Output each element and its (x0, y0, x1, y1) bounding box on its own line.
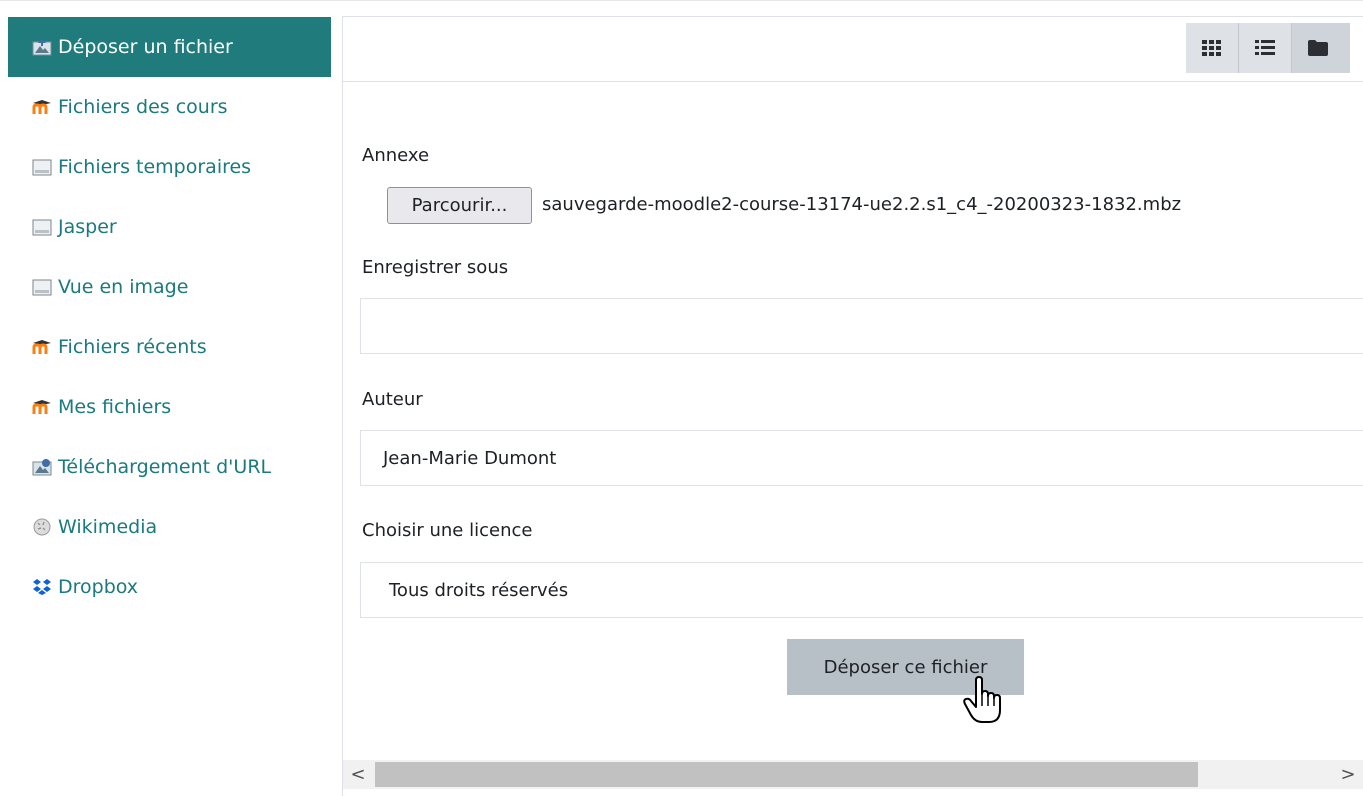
sidebar-item-url-download[interactable]: Téléchargement d'URL (8, 437, 331, 497)
folder-view-button[interactable] (1291, 23, 1344, 73)
sidebar-item-label: Fichiers récents (58, 336, 207, 358)
author-value: Jean-Marie Dumont (383, 447, 557, 469)
sidebar-item-dropbox[interactable]: Dropbox (8, 557, 331, 617)
dropbox-icon (32, 577, 52, 597)
sidebar-item-jasper[interactable]: Jasper (8, 197, 331, 257)
sidebar-item-course-files[interactable]: Fichiers des cours (8, 77, 331, 137)
upload-icon (32, 37, 52, 57)
repository-icon (32, 277, 52, 297)
sidebar-item-label: Vue en image (58, 276, 189, 298)
sidebar-item-label: Dropbox (58, 576, 139, 598)
sidebar-item-upload[interactable]: Déposer un fichier (8, 17, 331, 77)
wikimedia-icon (32, 517, 52, 537)
sidebar-item-label: Wikimedia (58, 516, 158, 538)
scroll-right-button[interactable]: > (1333, 760, 1363, 789)
sidebar-item-temp-files[interactable]: Fichiers temporaires (8, 137, 331, 197)
view-switcher (1186, 23, 1350, 73)
folder-view-icon (1308, 40, 1328, 56)
scroll-left-button[interactable]: < (343, 760, 373, 789)
license-value: Tous droits réservés (389, 579, 569, 601)
grid-view-icon (1202, 40, 1221, 56)
hand-cursor-icon (963, 676, 1001, 723)
moodle-icon (32, 397, 52, 417)
sidebar-item-recent-files[interactable]: Fichiers récents (8, 317, 331, 377)
sidebar-item-label: Fichiers des cours (58, 96, 228, 118)
selected-file-name: sauvegarde-moodle2-course-13174-ue2.2.s1… (542, 194, 1182, 215)
license-label: Choisir une licence (362, 520, 533, 541)
save-as-label: Enregistrer sous (362, 257, 509, 278)
author-input[interactable]: Jean-Marie Dumont (360, 430, 1363, 486)
list-view-icon (1255, 40, 1275, 55)
sidebar-item-label: Fichiers temporaires (58, 156, 252, 178)
sidebar-item-wikimedia[interactable]: Wikimedia (8, 497, 331, 557)
license-select[interactable]: Tous droits réservés (360, 562, 1363, 618)
top-divider (0, 0, 1363, 1)
moodle-icon (32, 337, 52, 357)
panel-toolbar (343, 17, 1363, 82)
moodle-icon (32, 97, 52, 117)
sidebar-item-label: Déposer un fichier (58, 36, 233, 58)
browse-button[interactable]: Parcourir... (387, 187, 532, 224)
author-label: Auteur (362, 389, 423, 410)
horizontal-scrollbar[interactable]: < > (343, 760, 1363, 789)
grid-view-button[interactable] (1186, 23, 1238, 73)
url-download-icon (32, 457, 52, 477)
scrollbar-thumb[interactable] (375, 762, 1198, 787)
repository-icon (32, 217, 52, 237)
sidebar-item-image-view[interactable]: Vue en image (8, 257, 331, 317)
save-as-input[interactable] (360, 298, 1363, 354)
sidebar-item-my-files[interactable]: Mes fichiers (8, 377, 331, 437)
sidebar-item-label: Téléchargement d'URL (58, 456, 272, 478)
repository-sidebar: Déposer un fichier Fichiers des cours Fi… (8, 17, 331, 617)
sidebar-item-label: Mes fichiers (58, 396, 172, 418)
repository-icon (32, 157, 52, 177)
attachment-label: Annexe (362, 145, 430, 166)
sidebar-item-label: Jasper (58, 216, 117, 238)
list-view-button[interactable] (1238, 23, 1291, 73)
